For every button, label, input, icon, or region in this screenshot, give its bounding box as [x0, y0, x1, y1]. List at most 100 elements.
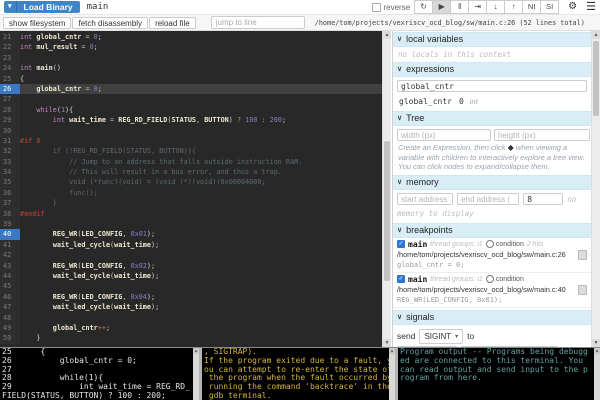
line-number[interactable]: 37 — [0, 198, 20, 208]
section-breakpoints[interactable]: ∨ breakpoints — [393, 223, 591, 238]
line-number[interactable]: 33 — [0, 157, 20, 167]
breakpoint-condition-button[interactable]: condition — [486, 275, 524, 283]
line-number[interactable]: 35 — [0, 177, 20, 187]
source-code-editor[interactable]: 21int global_cntr = 0;22int mul_result =… — [0, 31, 391, 347]
breakpoint-condition-button[interactable]: condition — [486, 240, 524, 248]
line-number[interactable]: 30 — [0, 126, 20, 136]
tree-width-input[interactable] — [397, 129, 491, 141]
load-binary-label[interactable]: Load Binary — [17, 1, 80, 13]
line-number[interactable]: 47 — [0, 302, 20, 312]
line-number[interactable]: 29 — [0, 115, 20, 125]
fetch-disassembly-button[interactable]: fetch disassembly — [72, 17, 148, 29]
breakpoint-gutter[interactable]: 26 — [0, 84, 20, 94]
line-number[interactable]: 21 — [0, 32, 20, 42]
show-filesystem-button[interactable]: show filesystem — [3, 17, 71, 29]
code-text: // This will result in a bus error, and … — [20, 167, 382, 177]
breakpoint-gutter[interactable]: 40 — [0, 229, 20, 239]
menu-icon[interactable]: ☰ — [586, 1, 596, 13]
signal-select[interactable]: SIGINT ▾ — [419, 329, 463, 344]
breakpoint-checkbox[interactable]: ✓ — [397, 275, 405, 283]
line-number[interactable]: 27 — [0, 94, 20, 104]
line-number[interactable]: 49 — [0, 323, 20, 333]
console-scrollbar[interactable]: ▲ — [389, 348, 395, 400]
code-text: #endif — [20, 209, 382, 219]
scroll-up-icon[interactable]: ▲ — [594, 348, 600, 354]
file-toolbar: show filesystem fetch disassembly reload… — [0, 15, 600, 31]
breakpoint-checkbox[interactable]: ✓ — [397, 240, 405, 248]
line-number[interactable]: 31 — [0, 136, 20, 146]
gdb-terminal-scrollbar[interactable]: ▲ — [193, 348, 199, 400]
scroll-up-icon[interactable]: ▲ — [383, 31, 391, 39]
line-number[interactable]: 48 — [0, 313, 20, 323]
section-memory[interactable]: ∨ memory — [393, 175, 591, 190]
chevron-down-icon[interactable]: ▾ — [4, 1, 17, 13]
output-scrollbar[interactable]: ▲ — [594, 348, 600, 400]
reload-file-button[interactable]: reload file — [149, 17, 196, 29]
memory-bytes-input[interactable] — [523, 193, 563, 205]
line-number[interactable]: 23 — [0, 53, 20, 63]
section-title: breakpoints — [406, 224, 453, 237]
breakpoint-path[interactable]: /home/tom/projects/vexriscv_ocd_blog/sw/… — [397, 250, 578, 259]
line-number[interactable]: 38 — [0, 209, 20, 219]
scroll-up-icon[interactable]: ▲ — [592, 31, 600, 39]
line-number[interactable]: 39 — [0, 219, 20, 229]
breakpoint-thread-groups: thread groups: i1 — [430, 276, 483, 283]
gdb-terminal[interactable]: 25 { 26 global_cntr = 0; 27 28 while(1){… — [0, 348, 199, 400]
expression-result[interactable]: global_cntr0int — [393, 94, 591, 109]
breakpoint-path[interactable]: /home/tom/projects/vexriscv_ocd_blog/sw/… — [397, 285, 578, 294]
step-out-icon[interactable]: ↑ — [504, 0, 523, 14]
line-number[interactable]: 50 — [0, 333, 20, 343]
jump-to-line-input[interactable] — [211, 16, 305, 29]
scroll-up-icon[interactable]: ▲ — [193, 348, 199, 354]
memory-start-address-input[interactable] — [397, 193, 453, 205]
section-local-variables[interactable]: ∨ local variables — [393, 32, 591, 47]
line-number[interactable]: 28 — [0, 105, 20, 115]
line-number[interactable]: 41 — [0, 240, 20, 250]
line-number[interactable]: 22 — [0, 42, 20, 52]
section-tree[interactable]: ∨ Tree — [393, 111, 591, 126]
line-number[interactable]: 24 — [0, 63, 20, 73]
line-number[interactable]: 46 — [0, 292, 20, 302]
scroll-down-icon[interactable]: ▼ — [592, 339, 600, 347]
pause-icon[interactable]: ‖ — [450, 0, 469, 14]
next-instruction-button[interactable]: NI — [522, 0, 541, 14]
code-line: 25{ — [0, 74, 382, 84]
run-icon[interactable]: ↻ — [414, 0, 433, 14]
line-number[interactable]: 34 — [0, 167, 20, 177]
program-output-terminal[interactable]: Program output -- Programs being debugg … — [398, 348, 600, 400]
editor-scrollbar-thumb[interactable] — [384, 141, 390, 281]
gear-icon[interactable]: ⚙ — [568, 1, 577, 13]
sidebar-scrollbar[interactable]: ▲ ▼ — [591, 31, 600, 347]
line-number[interactable]: 36 — [0, 188, 20, 198]
section-signals[interactable]: ∨ signals — [393, 310, 591, 325]
next-icon[interactable]: ⇥ — [468, 0, 487, 14]
scroll-down-icon[interactable]: ▼ — [383, 339, 391, 347]
line-number[interactable]: 43 — [0, 261, 20, 271]
memory-end-address-input[interactable] — [457, 193, 519, 205]
line-number[interactable]: 42 — [0, 250, 20, 260]
gdb-console-terminal[interactable]: , SIGTRAP). If the program exited due to… — [202, 348, 395, 400]
debug-sidebar: ∨ local variables no locals in this cont… — [392, 31, 600, 347]
line-number[interactable]: 32 — [0, 146, 20, 156]
step-into-icon[interactable]: ↓ — [486, 0, 505, 14]
load-binary-button[interactable]: ▾ Load Binary — [4, 1, 80, 13]
tree-height-input[interactable] — [494, 129, 590, 141]
step-instruction-button[interactable]: SI — [540, 0, 559, 14]
continue-icon[interactable]: ▶ — [432, 0, 451, 14]
code-line: 24int main() — [0, 63, 382, 73]
expression-input[interactable] — [397, 80, 587, 92]
trash-icon[interactable] — [578, 285, 587, 295]
binary-path-input[interactable] — [85, 1, 368, 13]
trash-icon[interactable] — [578, 250, 587, 260]
line-number[interactable]: 44 — [0, 271, 20, 281]
breakpoint-snippet: REG_WR(LED_CONFIG, 0x01); — [397, 296, 587, 304]
sidebar-scrollbar-thumb[interactable] — [593, 41, 599, 116]
line-number[interactable]: 25 — [0, 74, 20, 84]
code-line: 49 global_cntr++; — [0, 323, 382, 333]
line-number[interactable]: 45 — [0, 281, 20, 291]
section-expressions[interactable]: ∨ expressions — [393, 62, 591, 77]
chevron-down-icon: ∨ — [397, 176, 402, 189]
scroll-up-icon[interactable]: ▲ — [389, 348, 395, 354]
editor-scrollbar[interactable]: ▲ ▼ — [382, 31, 391, 347]
reverse-checkbox[interactable] — [372, 3, 381, 12]
